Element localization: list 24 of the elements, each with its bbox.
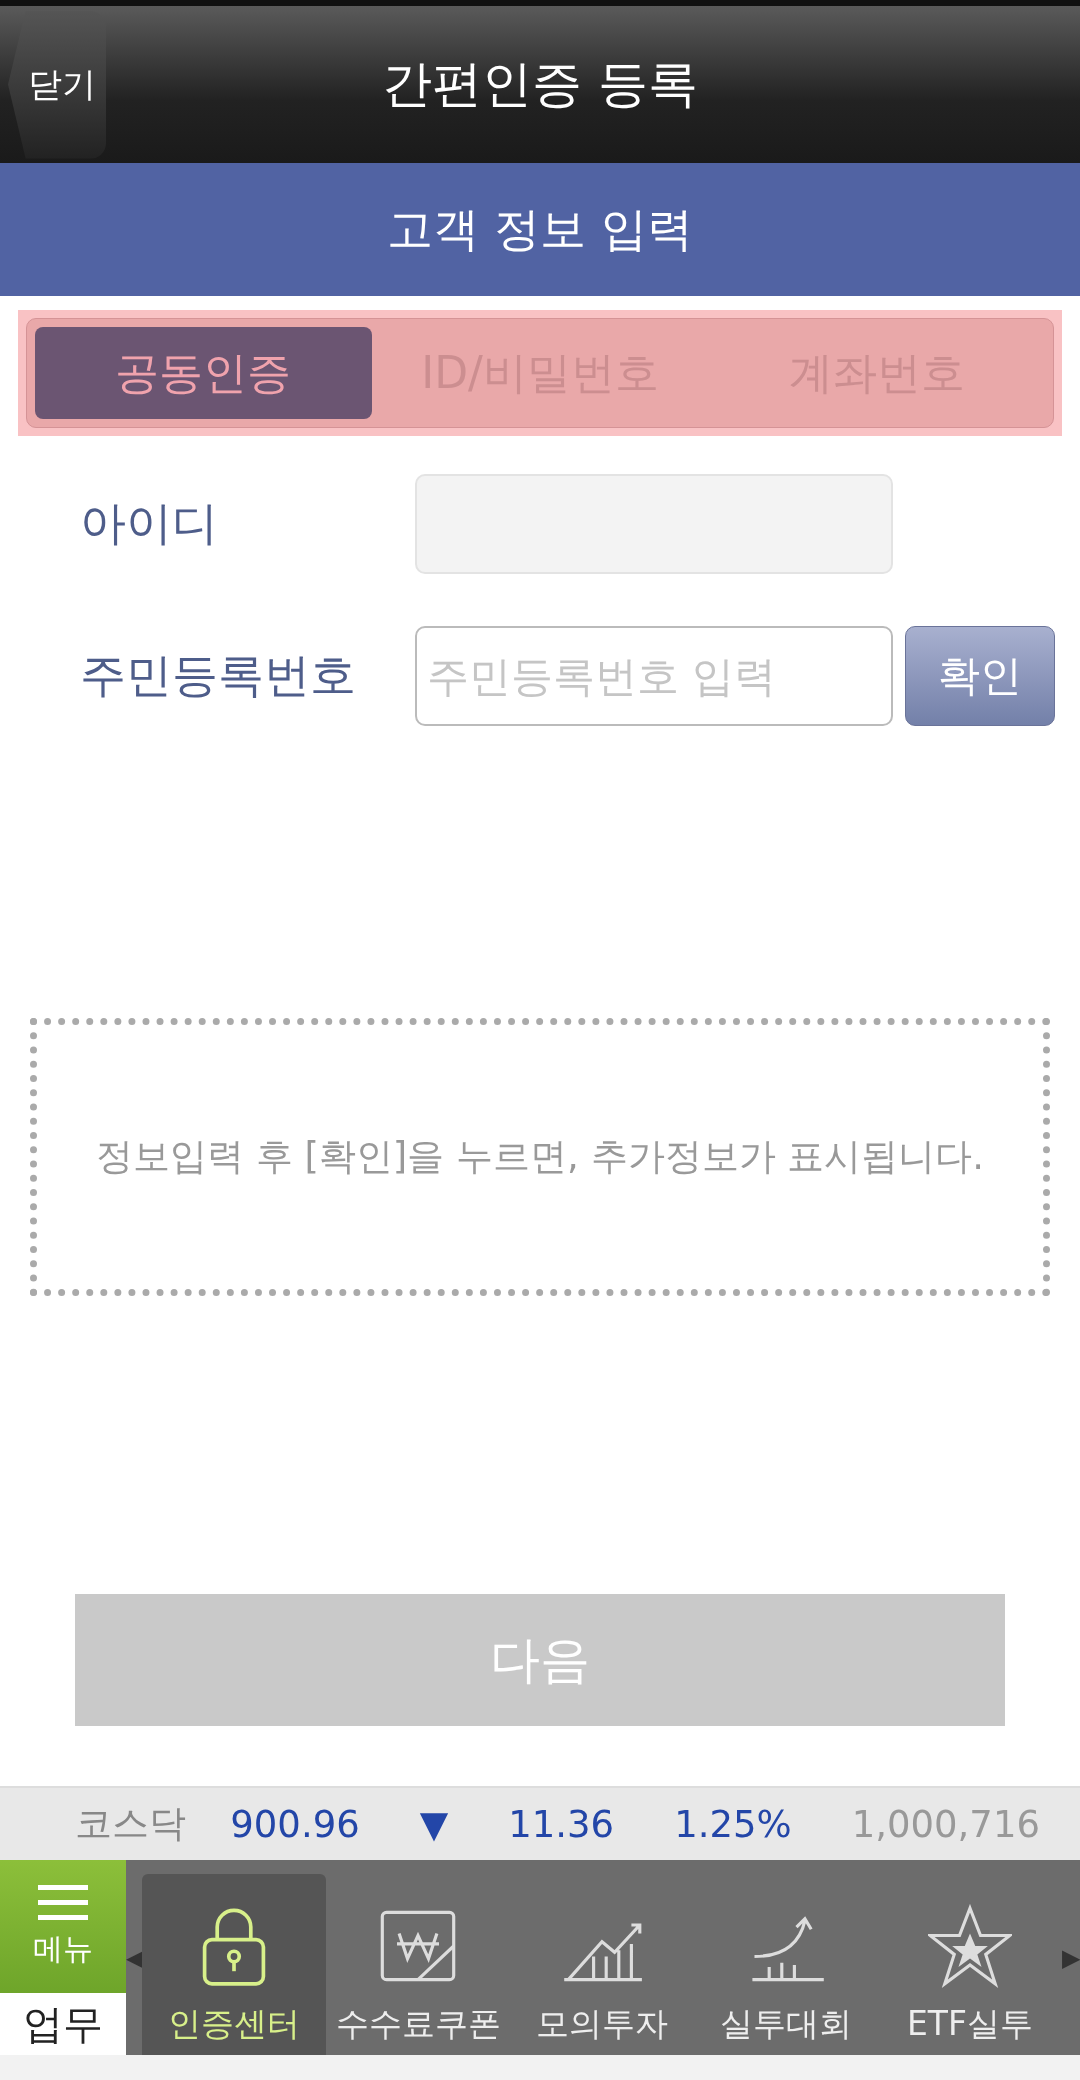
notice-text: 정보입력 후 [확인]을 누르면, 추가정보가 표시됩니다. <box>95 1134 985 1180</box>
field-label: 아이디 <box>80 495 219 552</box>
nav-item[interactable]: 수수료쿠폰 <box>326 1874 510 2055</box>
nav-item[interactable]: 모의투자 <box>510 1874 694 2055</box>
section-title: 고객 정보 입력 <box>387 200 693 258</box>
index-percent: 1.25% <box>674 1802 792 1846</box>
tab[interactable]: 공동인증 <box>35 327 372 419</box>
nav-item[interactable]: ETF실투 <box>878 1874 1062 2055</box>
scroll-right-button[interactable]: ▶ <box>1062 1860 1078 2055</box>
work-tab[interactable]: 업무 <box>0 1993 126 2055</box>
resident-number-field[interactable]: 주민등록번호 입력 <box>415 626 893 726</box>
star-icon <box>928 1904 1012 1988</box>
menu-button[interactable]: 메뉴 <box>0 1860 126 1993</box>
index-change: 11.36 <box>508 1802 615 1846</box>
window-title: 간편인증 등록 <box>381 54 699 115</box>
confirm-button[interactable]: 확인 <box>905 626 1055 726</box>
down-arrow: ▼ <box>419 1802 449 1846</box>
nav-item[interactable]: 실투대회 <box>694 1874 878 2055</box>
nav-item[interactable]: 인증센터 <box>142 1874 326 2055</box>
index-volume: 1,000,716 <box>851 1802 1040 1846</box>
index-name: 코스닥 <box>75 1801 187 1847</box>
menu-icon <box>38 1883 88 1923</box>
index-value: 900.96 <box>230 1802 360 1846</box>
field-label: 주민등록번호 <box>80 647 357 704</box>
